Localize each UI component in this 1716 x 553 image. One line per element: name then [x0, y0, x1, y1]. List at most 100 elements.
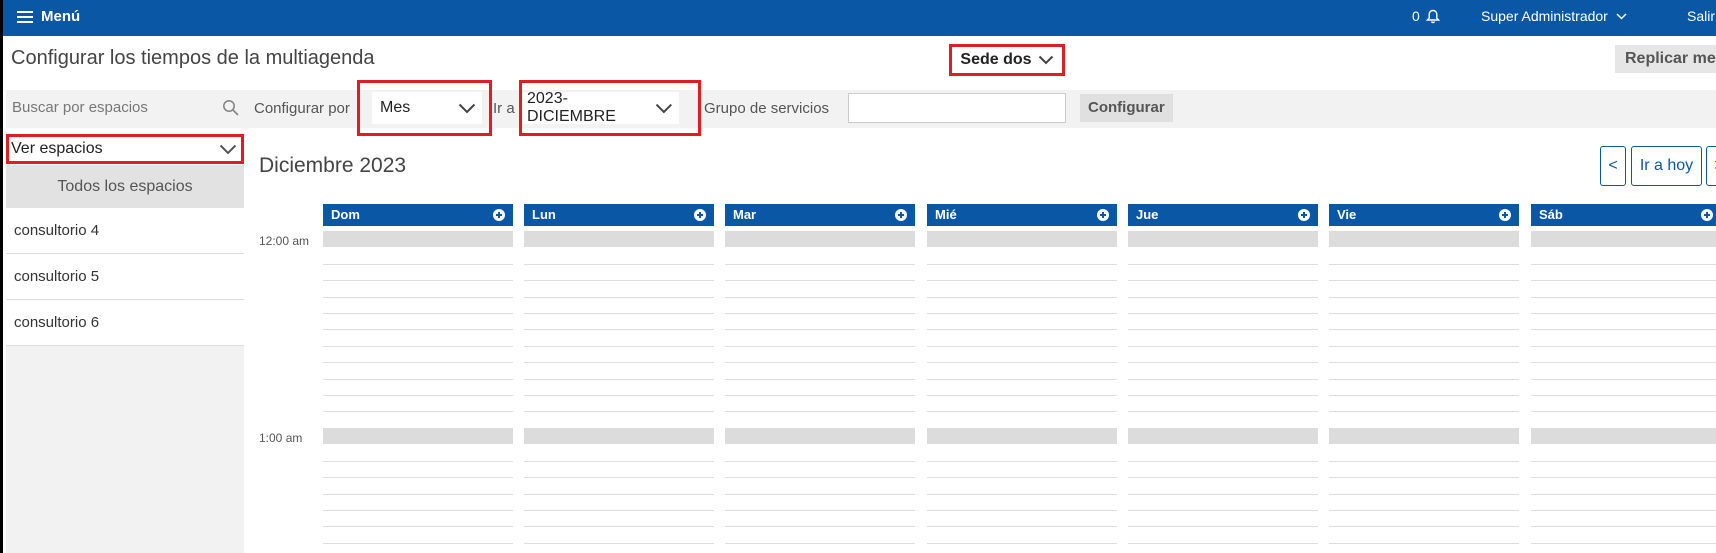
time-slot[interactable] — [725, 329, 915, 330]
time-slot[interactable] — [1329, 395, 1519, 396]
time-slot[interactable] — [725, 231, 915, 247]
time-slot[interactable] — [725, 313, 915, 314]
time-slot[interactable] — [1531, 510, 1716, 511]
time-slot[interactable] — [1128, 297, 1318, 298]
time-slot[interactable] — [524, 346, 714, 347]
time-slot[interactable] — [1329, 313, 1519, 314]
time-slot[interactable] — [725, 264, 915, 265]
time-slot[interactable] — [1128, 379, 1318, 380]
time-slot[interactable] — [927, 477, 1117, 478]
search-icon[interactable] — [222, 99, 240, 117]
time-slot[interactable] — [323, 297, 513, 298]
add-circle-icon[interactable] — [1701, 209, 1713, 221]
time-slot[interactable] — [1329, 346, 1519, 347]
time-slot[interactable] — [524, 231, 714, 247]
time-slot[interactable] — [323, 428, 513, 444]
time-slot[interactable] — [524, 280, 714, 281]
time-slot[interactable] — [323, 362, 513, 363]
time-slot[interactable] — [1329, 264, 1519, 265]
time-slot[interactable] — [524, 494, 714, 495]
configurar-button[interactable]: Configurar — [1080, 94, 1173, 122]
time-slot[interactable] — [1329, 329, 1519, 330]
time-slot[interactable] — [323, 477, 513, 478]
ver-espacios-dropdown[interactable]: Ver espacios — [6, 134, 244, 164]
time-slot[interactable] — [1329, 280, 1519, 281]
time-slot[interactable] — [1531, 231, 1716, 247]
time-slot[interactable] — [323, 411, 513, 412]
time-slot[interactable] — [1531, 543, 1716, 544]
time-slot[interactable] — [927, 313, 1117, 314]
time-slot[interactable] — [1128, 526, 1318, 527]
time-slot[interactable] — [927, 494, 1117, 495]
time-slot[interactable] — [1329, 362, 1519, 363]
time-slot[interactable] — [1531, 428, 1716, 444]
time-slot[interactable] — [927, 280, 1117, 281]
time-slot[interactable] — [927, 461, 1117, 462]
time-slot[interactable] — [725, 461, 915, 462]
time-slot[interactable] — [927, 231, 1117, 247]
time-slot[interactable] — [1329, 477, 1519, 478]
time-slot[interactable] — [1531, 329, 1716, 330]
time-slot[interactable] — [725, 428, 915, 444]
time-slot[interactable] — [1128, 428, 1318, 444]
replicar-mes-button[interactable]: Replicar mes — [1615, 45, 1716, 73]
time-slot[interactable] — [1329, 231, 1519, 247]
grupo-servicios-input[interactable] — [848, 93, 1066, 123]
time-slot[interactable] — [524, 329, 714, 330]
time-slot[interactable] — [323, 379, 513, 380]
today-button[interactable]: Ir a hoy — [1631, 146, 1702, 186]
time-slot[interactable] — [1531, 362, 1716, 363]
time-slot[interactable] — [323, 313, 513, 314]
time-slot[interactable] — [524, 297, 714, 298]
time-slot[interactable] — [725, 297, 915, 298]
time-slot[interactable] — [1128, 510, 1318, 511]
time-slot[interactable] — [524, 428, 714, 444]
time-slot[interactable] — [1531, 313, 1716, 314]
time-slot[interactable] — [323, 494, 513, 495]
user-menu[interactable]: Super Administrador — [1481, 8, 1627, 24]
time-slot[interactable] — [1128, 411, 1318, 412]
time-slot[interactable] — [524, 313, 714, 314]
add-circle-icon[interactable] — [1298, 209, 1310, 221]
time-slot[interactable] — [1531, 280, 1716, 281]
next-button[interactable]: > — [1706, 146, 1716, 186]
add-circle-icon[interactable] — [493, 209, 505, 221]
time-slot[interactable] — [725, 379, 915, 380]
time-slot[interactable] — [1531, 494, 1716, 495]
time-slot[interactable] — [1531, 411, 1716, 412]
time-slot[interactable] — [725, 411, 915, 412]
time-slot[interactable] — [1531, 526, 1716, 527]
time-slot[interactable] — [1329, 526, 1519, 527]
time-slot[interactable] — [1531, 346, 1716, 347]
time-slot[interactable] — [927, 543, 1117, 544]
time-slot[interactable] — [1329, 379, 1519, 380]
list-item[interactable]: consultorio 6 — [6, 300, 244, 346]
time-slot[interactable] — [1128, 494, 1318, 495]
time-slot[interactable] — [323, 510, 513, 511]
time-slot[interactable] — [524, 477, 714, 478]
logout-link[interactable]: Salir — [1687, 8, 1715, 24]
time-slot[interactable] — [323, 231, 513, 247]
add-circle-icon[interactable] — [1499, 209, 1511, 221]
time-slot[interactable] — [1531, 477, 1716, 478]
time-slot[interactable] — [524, 543, 714, 544]
time-slot[interactable] — [1128, 346, 1318, 347]
time-slot[interactable] — [725, 494, 915, 495]
notifications-button[interactable]: 0 — [1412, 8, 1440, 24]
time-slot[interactable] — [1128, 362, 1318, 363]
time-slot[interactable] — [323, 526, 513, 527]
time-slot[interactable] — [1531, 395, 1716, 396]
prev-button[interactable]: < — [1600, 146, 1626, 186]
time-slot[interactable] — [725, 280, 915, 281]
time-slot[interactable] — [1128, 264, 1318, 265]
time-slot[interactable] — [1329, 461, 1519, 462]
time-slot[interactable] — [927, 346, 1117, 347]
time-slot[interactable] — [1128, 231, 1318, 247]
time-slot[interactable] — [1128, 395, 1318, 396]
time-slot[interactable] — [1128, 313, 1318, 314]
time-slot[interactable] — [1531, 379, 1716, 380]
time-slot[interactable] — [323, 543, 513, 544]
time-slot[interactable] — [927, 264, 1117, 265]
time-slot[interactable] — [725, 510, 915, 511]
time-slot[interactable] — [524, 411, 714, 412]
